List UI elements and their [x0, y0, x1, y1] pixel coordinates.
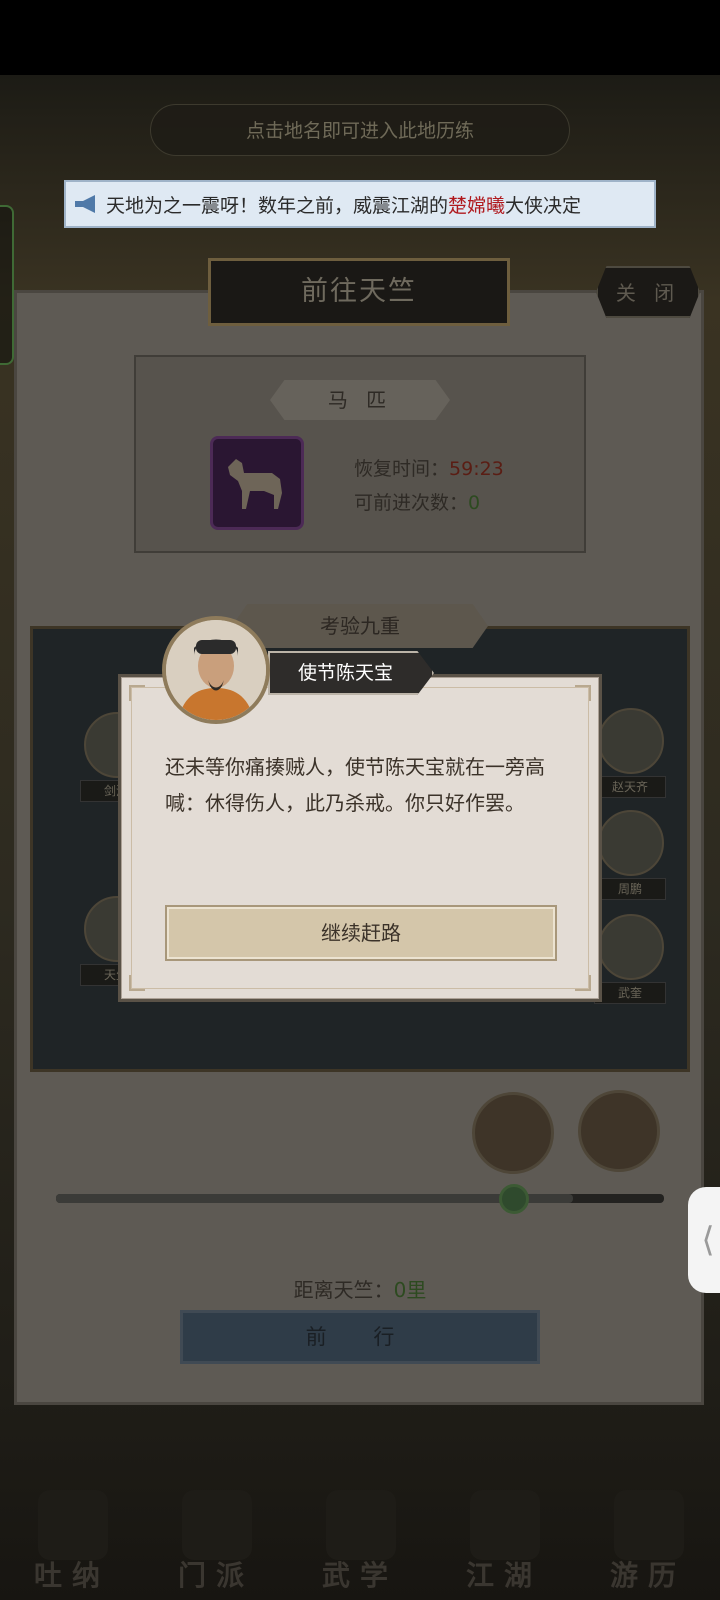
announcement-hero-name: 楚嫦曦	[448, 194, 506, 217]
npc-name: 周鹏	[594, 878, 666, 900]
continue-button[interactable]: 继续赶路	[165, 905, 557, 961]
corner-ornament	[575, 685, 591, 701]
nav-sect[interactable]: 门派	[156, 1480, 276, 1600]
recover-time-value: 59:23	[449, 458, 504, 480]
horse-section-title: 马 匹	[270, 380, 450, 420]
martial-arts-icon	[326, 1490, 396, 1560]
left-side-tab[interactable]	[0, 205, 14, 365]
npc-avatar[interactable]	[598, 708, 664, 774]
jianghu-icon	[470, 1490, 540, 1560]
nav-label: 江湖	[465, 1559, 542, 1592]
distance-value: 0里	[393, 1278, 427, 1302]
nav-label: 游历	[609, 1559, 686, 1592]
journey-progress-marker	[499, 1184, 529, 1214]
npc-name: 赵天齐	[594, 776, 666, 798]
distance-readout: 距离天竺：0里	[0, 1274, 720, 1303]
panel-title: 前往天竺	[208, 258, 510, 326]
party-member-avatar[interactable]	[472, 1092, 554, 1174]
corner-ornament	[129, 975, 145, 991]
speaker-portrait	[162, 616, 270, 724]
bottom-navigation: 吐纳 门派 武学 江湖 游历	[0, 1480, 720, 1600]
journey-progress-fill	[56, 1194, 573, 1203]
nav-tuna[interactable]: 吐纳	[12, 1480, 132, 1600]
sect-icon	[182, 1490, 252, 1560]
npc-avatar[interactable]	[598, 810, 664, 876]
event-dialog: 还未等你痛揍贼人，使节陈天宝就在一旁高喊：休得伤人，此乃杀戒。你只好作罢。 继续…	[118, 674, 602, 1002]
map-hint-pill: 点击地名即可进入此地历练	[150, 104, 570, 156]
trips-row: 可前进次数：0	[354, 486, 504, 520]
announcement-bar: 天地为之一震呀！数年之前，威震江湖的楚嫦曦大侠决定	[64, 180, 656, 228]
close-button[interactable]: 关 闭	[596, 266, 700, 318]
horse-icon[interactable]	[210, 436, 304, 530]
speaker-name: 使节陈天宝	[268, 651, 434, 695]
status-bar	[0, 0, 720, 75]
trips-label: 可前进次数：	[354, 492, 469, 514]
nav-label: 吐纳	[33, 1559, 110, 1592]
horse-info: 恢复时间：59:23 可前进次数：0	[354, 452, 504, 520]
nav-label: 武学	[321, 1559, 398, 1592]
announcement-prefix: 天地为之一震呀！数年之前，威震江湖的	[106, 194, 449, 217]
megaphone-icon	[66, 182, 106, 226]
npc-avatar[interactable]	[598, 914, 664, 980]
recover-time-row: 恢复时间：59:23	[354, 452, 504, 486]
trips-value: 0	[468, 492, 481, 514]
announcement-suffix: 大侠决定	[505, 194, 582, 217]
announcement-text: 天地为之一震呀！数年之前，威震江湖的楚嫦曦大侠决定	[106, 191, 581, 218]
right-drawer-toggle[interactable]: ⟨	[688, 1187, 720, 1293]
nav-martial-arts[interactable]: 武学	[300, 1480, 420, 1600]
nav-travel[interactable]: 游历	[588, 1480, 708, 1600]
nav-label: 门派	[177, 1559, 254, 1592]
event-message: 还未等你痛揍贼人，使节陈天宝就在一旁高喊：休得伤人，此乃杀戒。你只好作罢。	[165, 755, 545, 815]
npc-name: 武奎	[594, 982, 666, 1004]
advance-button[interactable]: 前 行	[180, 1310, 540, 1364]
recover-time-label: 恢复时间：	[354, 458, 450, 480]
party-member-avatar[interactable]	[578, 1090, 660, 1172]
corner-ornament	[129, 685, 145, 701]
distance-label: 距离天竺：	[293, 1278, 394, 1302]
nav-jianghu[interactable]: 江湖	[444, 1480, 564, 1600]
travel-icon	[614, 1490, 684, 1560]
tuna-icon	[38, 1490, 108, 1560]
corner-ornament	[575, 975, 591, 991]
trial-title: 考验九重	[232, 604, 488, 648]
